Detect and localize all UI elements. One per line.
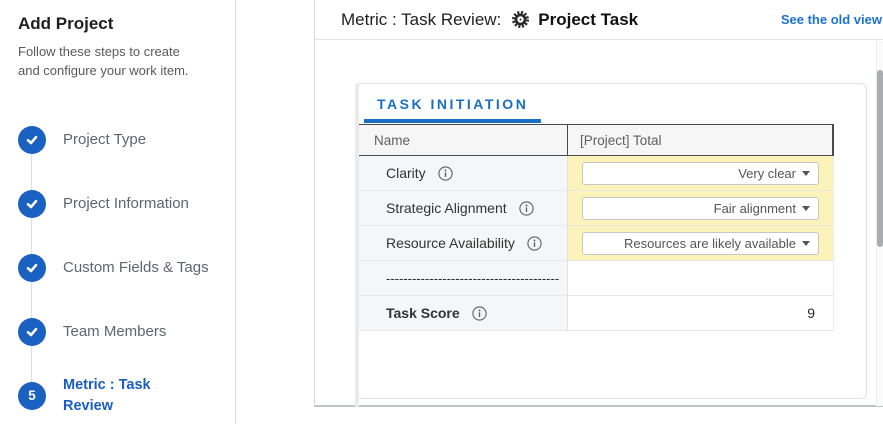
step-label: Team Members: [63, 323, 166, 340]
step-number: 5: [28, 388, 36, 403]
table-row-strategic-alignment: Strategic Alignment Fair alignment: [356, 191, 834, 226]
value-cell-empty: [568, 261, 834, 295]
step-label: Project Information: [63, 195, 189, 212]
card-tabbar: TASK INITIATION: [356, 84, 866, 124]
row-label: Clarity: [386, 165, 426, 181]
caret-down-icon: [802, 171, 810, 176]
step-label: Project Type: [63, 131, 146, 148]
row-label: Strategic Alignment: [386, 200, 507, 216]
tab-task-initiation[interactable]: TASK INITIATION: [364, 93, 541, 123]
check-icon: [18, 190, 46, 218]
value-cell: 9: [568, 296, 834, 330]
info-icon[interactable]: [527, 236, 542, 251]
task-score-value: 9: [568, 305, 833, 321]
dropdown-value: Fair alignment: [714, 201, 796, 216]
step-custom-fields-tags[interactable]: Custom Fields & Tags: [18, 236, 217, 300]
metric-table: Name [Project] Total Clarity Very clear: [356, 124, 834, 331]
step-metric-task-review[interactable]: 5 Metric : Task Review: [18, 364, 217, 424]
see-old-view-link[interactable]: See the old view: [781, 12, 882, 27]
info-icon[interactable]: [519, 201, 534, 216]
column-header-project-total: [Project] Total: [568, 125, 834, 155]
check-icon: [18, 126, 46, 154]
gear-icon: [510, 9, 531, 30]
strategic-alignment-dropdown[interactable]: Fair alignment: [582, 197, 819, 220]
sidebar-subtitle: Follow these steps to create and configu…: [18, 43, 204, 81]
check-icon: [18, 254, 46, 282]
scrollbar-thumb[interactable]: [877, 70, 883, 247]
step-project-information[interactable]: Project Information: [18, 172, 217, 236]
metric-review-panel: Metric : Task Review: Project Task See t…: [314, 0, 883, 407]
step-project-type[interactable]: Project Type: [18, 108, 217, 172]
wizard-steps: Project Type Project Information Custom …: [18, 108, 217, 424]
task-initiation-card: TASK INITIATION Name [Project] Total Cla…: [355, 83, 867, 399]
table-header-row: Name [Project] Total: [356, 124, 834, 156]
info-icon[interactable]: [438, 166, 453, 181]
row-label: Resource Availability: [386, 235, 515, 251]
panel-title-task: Project Task: [538, 10, 638, 30]
step-label: Metric : Task Review: [63, 375, 181, 416]
resource-availability-dropdown[interactable]: Resources are likely available: [582, 232, 819, 255]
caret-down-icon: [802, 241, 810, 246]
add-project-sidebar: Add Project Follow these steps to create…: [0, 0, 236, 424]
table-row-task-score: Task Score 9: [356, 296, 834, 331]
table-row-resource-availability: Resource Availability Resources are like…: [356, 226, 834, 261]
value-cell: Resources are likely available: [568, 226, 834, 260]
separator-dashes: ----------------------------------------: [386, 271, 559, 286]
step-team-members[interactable]: Team Members: [18, 300, 217, 364]
dropdown-value: Resources are likely available: [624, 236, 796, 251]
check-icon: [18, 318, 46, 346]
step-label: Custom Fields & Tags: [63, 259, 209, 276]
dropdown-value: Very clear: [738, 166, 796, 181]
table-row-clarity: Clarity Very clear: [356, 156, 834, 191]
caret-down-icon: [802, 206, 810, 211]
panel-header: Metric : Task Review: Project Task See t…: [315, 0, 883, 40]
panel-title-prefix: Metric : Task Review:: [341, 10, 501, 30]
row-label: Task Score: [386, 305, 460, 321]
step-number-badge: 5: [18, 382, 46, 410]
scrollbar-track[interactable]: [876, 41, 883, 406]
value-cell: Fair alignment: [568, 191, 834, 225]
sidebar-title: Add Project: [18, 14, 217, 34]
table-row-separator: ----------------------------------------: [356, 261, 834, 296]
value-cell: Very clear: [568, 156, 834, 190]
info-icon[interactable]: [472, 306, 487, 321]
clarity-dropdown[interactable]: Very clear: [582, 162, 819, 185]
card-left-rule: [355, 84, 359, 407]
column-header-name: Name: [356, 125, 568, 155]
